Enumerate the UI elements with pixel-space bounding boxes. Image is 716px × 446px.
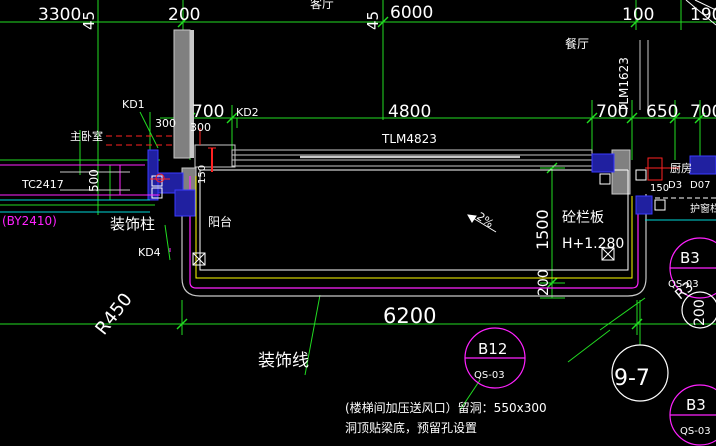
- label-kd4: KD4: [138, 246, 161, 259]
- dim-top-45-a: 45: [80, 11, 98, 30]
- label-decor-column: 装饰柱: [110, 215, 155, 233]
- label-300-a: 300: [155, 117, 176, 130]
- bubble-b12-code: QS-03: [474, 370, 505, 381]
- cad-drawing: 3300 200 6000 100 190 45 45 客厅 餐厅 TLM162…: [0, 0, 716, 446]
- bubble-b3-bottom-name: B3: [686, 396, 706, 414]
- dim-200: 200: [536, 269, 552, 296]
- bubble-b12-name: B12: [478, 340, 507, 358]
- right-wall: [611, 149, 631, 195]
- note-line-1: (楼梯间加压送风口）留洞：550x300: [345, 400, 547, 415]
- label-decor-line: 装饰线: [258, 351, 309, 371]
- walls: [173, 29, 631, 217]
- bubble-b3-top-name: B3: [680, 249, 700, 267]
- window-tlm4823: [194, 144, 593, 168]
- label-by2410: (BY2410): [2, 214, 57, 228]
- dim-top-200: 200: [168, 5, 200, 25]
- cyan-lines: [0, 199, 716, 221]
- dim-win-700: 700: [192, 102, 224, 122]
- dim-1500: 1500: [533, 209, 552, 250]
- dim-top-45-b: 45: [364, 11, 382, 30]
- label-r450: R450: [91, 289, 136, 339]
- dim-top-3300: 3300: [38, 5, 81, 25]
- dim-win-700-c: 700: [690, 102, 716, 122]
- dim-win-700-b: 700: [596, 102, 628, 122]
- label-railing: 砼栏板: [562, 210, 604, 226]
- room-living: 客厅: [310, 0, 334, 11]
- dim-win-650: 650: [646, 102, 678, 122]
- bubble-b3-bottom-code: QS-03: [680, 426, 711, 437]
- label-tlm4823: TLM4823: [381, 132, 437, 146]
- label-slope: 2%: [474, 210, 496, 231]
- room-master-bed: 主卧室: [70, 129, 103, 143]
- label-150-b: 150: [650, 183, 669, 194]
- label-500: 500: [87, 169, 101, 192]
- dim-win-4800: 4800: [388, 102, 431, 122]
- left-wall-face: [190, 30, 194, 158]
- dim-top-190: 190: [690, 5, 716, 25]
- label-150-a: 150: [197, 165, 208, 184]
- bubble-b3-top-code: QS-03: [668, 279, 699, 290]
- label-d07: D07: [690, 180, 710, 191]
- room-kitchen: 厨房: [670, 162, 692, 175]
- cad-drawing-canvas: 3300 200 6000 100 190 45 45 客厅 餐厅 TLM162…: [0, 0, 716, 446]
- axis-label-9-7: 9-7: [614, 366, 650, 391]
- dim-top-100: 100: [622, 5, 654, 25]
- room-dining: 餐厅: [565, 36, 589, 51]
- label-height: H+1.280: [562, 236, 624, 252]
- label-edge-200: 200: [692, 299, 708, 326]
- label-kd1: KD1: [122, 98, 145, 111]
- label-tc2417: TC2417: [21, 178, 64, 191]
- label-rail-window: 护窗栏: [690, 202, 716, 215]
- dim-top-6000: 6000: [390, 3, 433, 23]
- dimension-lines: [0, 0, 716, 411]
- dim-6200: 6200: [383, 304, 436, 328]
- label-300-b: 300: [190, 121, 211, 134]
- balcony-outline: [181, 169, 647, 297]
- room-balcony: 阳台: [208, 214, 232, 229]
- note-line-2: 洞顶贴梁底，预留孔设置: [345, 420, 477, 435]
- left-wall: [173, 29, 191, 159]
- text-layer: 3300 200 6000 100 190 45 45 客厅 餐厅 TLM162…: [2, 0, 716, 437]
- label-d3: D3: [668, 180, 682, 191]
- label-kd2: KD2: [236, 106, 259, 119]
